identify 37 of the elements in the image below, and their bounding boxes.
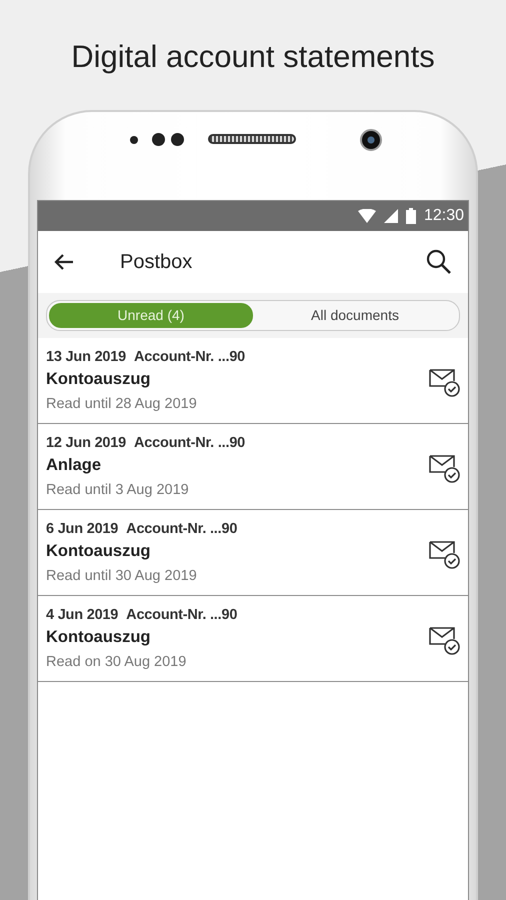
envelope-check-icon (428, 538, 460, 569)
status-time: 12:30 (424, 206, 464, 226)
account-number: Account-Nr. ...90 (134, 348, 246, 367)
read-status: Read until 28 Aug 2019 (46, 396, 197, 412)
document-date: 12 Jun 2019 (46, 434, 126, 453)
account-number: Account-Nr. ...90 (134, 434, 246, 453)
screen-title: Postbox (120, 250, 192, 276)
search-icon[interactable] (426, 249, 452, 276)
back-arrow-icon[interactable] (54, 253, 74, 272)
read-status: Read until 3 Aug 2019 (46, 482, 189, 498)
tab[interactable]: All documents (253, 303, 457, 328)
wifi-icon (358, 209, 376, 224)
document-row[interactable]: 13 Jun 2019 Account-Nr. ...90 Kontoauszug Read until 28 Aug 2019 (38, 338, 468, 424)
battery-icon (406, 208, 416, 224)
read-status: Read until 30 Aug 2019 (46, 568, 197, 584)
account-number: Account-Nr. ...90 (126, 606, 238, 625)
document-row[interactable]: 12 Jun 2019 Account-Nr. ...90 Anlage Read until 3 Aug 2019 (38, 424, 468, 510)
document-title: Kontoauszug (46, 628, 150, 646)
document-row[interactable]: 4 Jun 2019 Account-Nr. ...90 Kontoauszug Read on 30 Aug 2019 (38, 596, 468, 682)
envelope-check-icon (428, 366, 460, 397)
sensor-dot (152, 133, 165, 146)
document-title: Kontoauszug (46, 370, 150, 388)
document-date: 13 Jun 2019 (46, 348, 126, 367)
account-number: Account-Nr. ...90 (126, 520, 238, 539)
signal-icon (384, 209, 398, 224)
document-title: Anlage (46, 456, 102, 474)
envelope-check-icon (428, 452, 460, 483)
document-date: 6 Jun 2019 (46, 520, 118, 539)
envelope-check-icon (428, 624, 460, 655)
sensor-dot (130, 136, 138, 144)
document-title: Kontoauszug (46, 542, 150, 560)
read-status: Read on 30 Aug 2019 (46, 654, 186, 670)
sensor-dot (171, 133, 184, 146)
headline: Digital account statements (70, 38, 436, 74)
camera-lens (360, 129, 382, 152)
document-date: 4 Jun 2019 (46, 606, 118, 625)
document-row[interactable]: 6 Jun 2019 Account-Nr. ...90 Kontoauszug Read until 30 Aug 2019 (38, 510, 468, 596)
